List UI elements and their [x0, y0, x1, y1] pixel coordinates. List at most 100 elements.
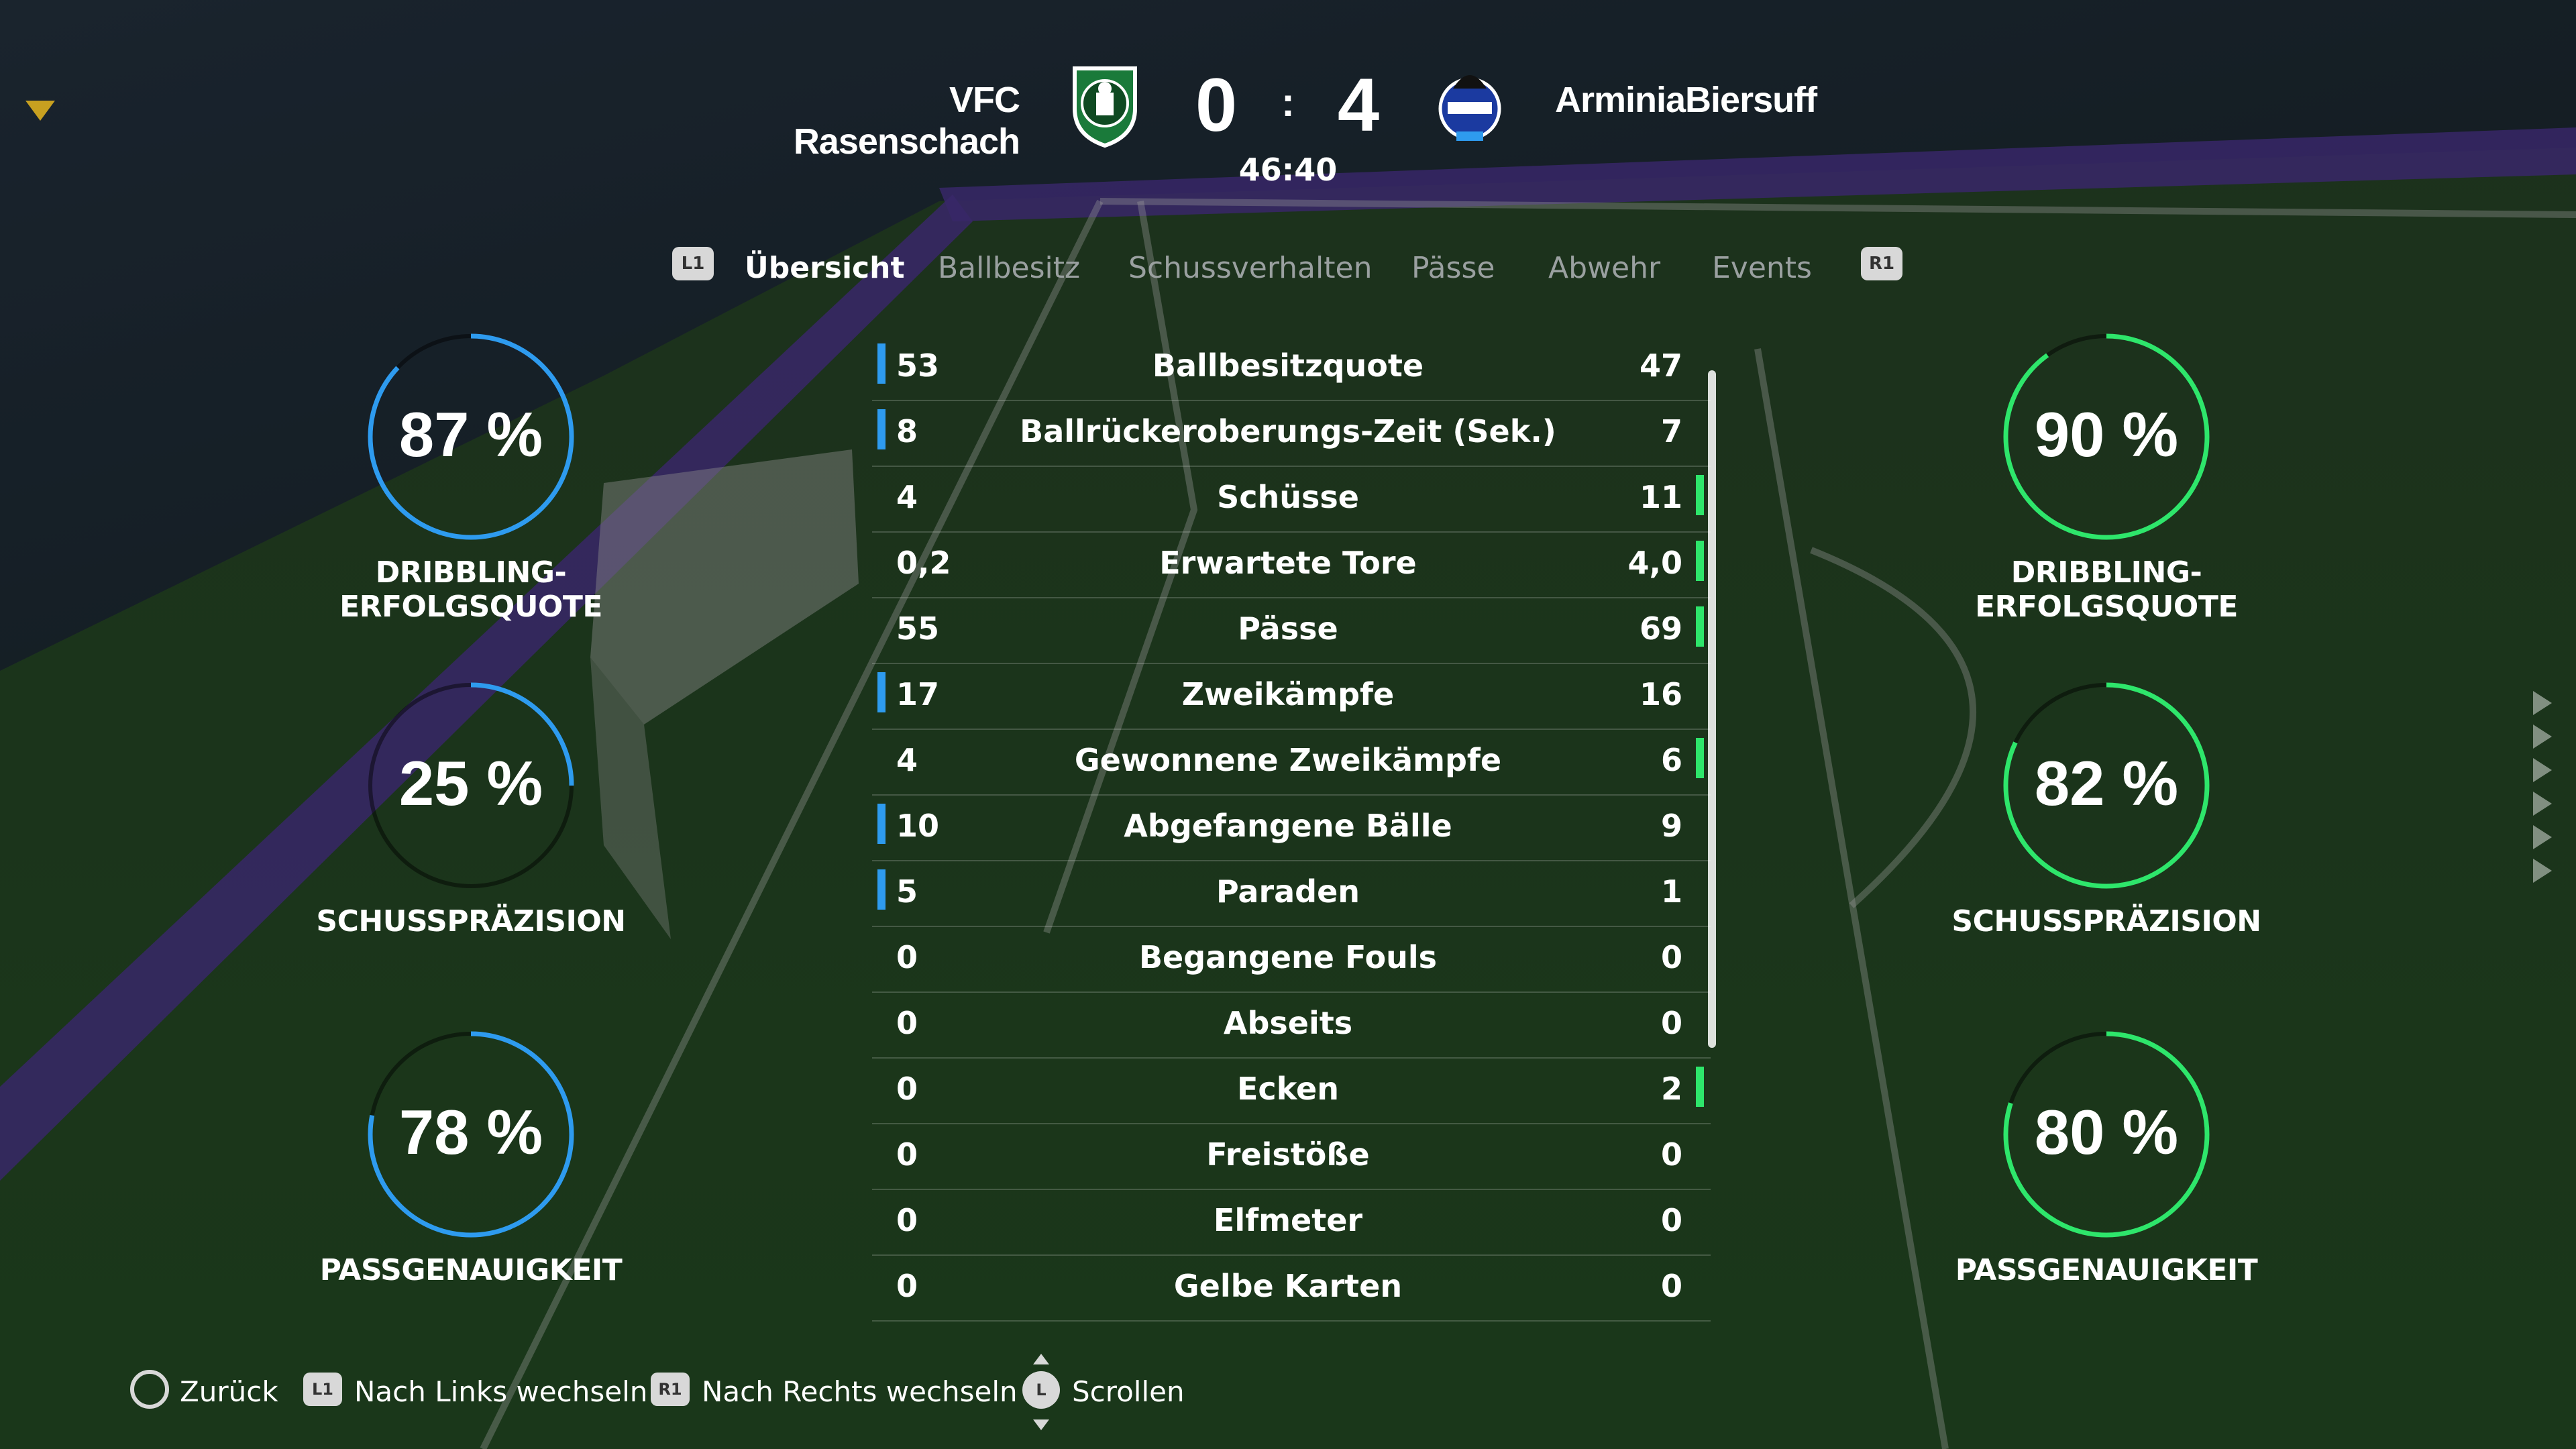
gauge-label: PASSGENAUIGKEIT [319, 1253, 623, 1287]
stats-tab-bar: L1 Übersicht Ballbesitz Schussverhalten … [0, 246, 2576, 294]
home-stat-value: 17 [896, 676, 940, 712]
arrow-right-icon [2533, 792, 2552, 816]
away-stat-value: 0 [1660, 1268, 1682, 1304]
home-stat-value: 0 [896, 1071, 918, 1107]
gauge-value: 78 % [398, 1097, 543, 1167]
away-stat-value: 2 [1660, 1071, 1682, 1107]
home-gauge-1: 87 % DRIBBLING-ERFOLGSQUOTE [263, 333, 679, 655]
home-stat-value: 0 [896, 1136, 918, 1173]
home-stat-value: 4 [896, 742, 918, 778]
arrow-right-icon [2533, 691, 2552, 715]
tab-abwehr[interactable]: Abwehr [1548, 251, 1660, 285]
stat-name: Abseits [1223, 1005, 1353, 1041]
stick-up-arrow-icon [1033, 1354, 1049, 1364]
stat-row: 0 Begangene Fouls 0 [872, 927, 1711, 993]
stat-row: 4 Schüsse 11 [872, 467, 1711, 533]
l1-button-icon[interactable]: L1 [672, 247, 714, 280]
away-stat-value: 4,0 [1627, 545, 1683, 581]
arrow-right-icon [2533, 859, 2552, 883]
home-leader-bar [877, 804, 885, 844]
stat-row: 53 Ballbesitzquote 47 [872, 335, 1711, 401]
arrow-right-icon [2533, 724, 2552, 749]
gauge-label: SCHUSSPRÄZISION [1951, 904, 2261, 938]
away-stat-value: 6 [1660, 742, 1682, 778]
tab-uebersicht[interactable]: Übersicht [745, 251, 904, 285]
r1-button-icon[interactable]: R1 [1861, 247, 1902, 280]
home-stat-value: 55 [896, 610, 940, 647]
home-stat-value: 10 [896, 808, 940, 844]
away-leader-bar [1696, 606, 1704, 647]
stat-row: 4 Gewonnene Zweikämpfe 6 [872, 730, 1711, 796]
away-stat-value: 69 [1639, 610, 1682, 647]
gauge-label: SCHUSSPRÄZISION [316, 904, 626, 938]
stat-row: 0 Abseits 0 [872, 993, 1711, 1059]
gauge-value: 82 % [2034, 748, 2179, 818]
stat-row: 5 Paraden 1 [872, 861, 1711, 927]
stat-name: Paraden [1216, 873, 1360, 910]
away-leader-bar [1696, 541, 1704, 581]
stat-name: Gewonnene Zweikämpfe [1074, 742, 1502, 778]
tab-paesse[interactable]: Pässe [1411, 251, 1495, 285]
away-stat-value: 1 [1660, 873, 1682, 910]
away-stat-value: 16 [1639, 676, 1682, 712]
gauge-value: 90 % [2034, 399, 2179, 470]
away-team-name: ArminiaBiersuff [1555, 80, 1817, 120]
stat-row: 0 Gelbe Karten 0 [872, 1256, 1711, 1322]
away-leader-bar [1696, 1067, 1704, 1107]
rasenschach-crest-icon [1068, 62, 1142, 149]
home-stat-value: 0,2 [896, 545, 951, 581]
side-arrow-indicators [2533, 691, 2560, 906]
switch-right-hint[interactable]: Nach Rechts wechseln [702, 1375, 1018, 1408]
away-stat-value: 0 [1660, 939, 1682, 975]
back-hint[interactable]: Zurück [180, 1375, 278, 1408]
tab-events[interactable]: Events [1712, 251, 1812, 285]
home-stat-value: 5 [896, 873, 918, 910]
stat-name: Gelbe Karten [1173, 1268, 1403, 1304]
stat-name: Erwartete Tore [1159, 545, 1417, 581]
home-leader-bar [877, 343, 885, 384]
away-leader-bar [1696, 738, 1704, 778]
stats-table: 53 Ballbesitzquote 47 8 Ballrückeroberungs-Z… [872, 335, 1711, 1322]
circle-button-icon[interactable] [130, 1370, 169, 1409]
switch-left-hint[interactable]: Nach Links wechseln [354, 1375, 647, 1408]
away-stat-value: 11 [1639, 479, 1682, 515]
home-score: 0 [1195, 63, 1238, 147]
home-leader-bar [877, 869, 885, 910]
home-gauge-3: 78 % PASSGENAUIGKEIT [263, 1030, 679, 1352]
away-leader-bar [1696, 475, 1704, 515]
home-gauge-2: 25 % SCHUSSPRÄZISION [263, 682, 679, 1004]
stick-down-arrow-icon [1033, 1419, 1049, 1430]
home-leader-bar [877, 672, 885, 712]
gauge-value: 87 % [398, 399, 543, 470]
stats-scrollbar[interactable] [1708, 370, 1716, 1048]
r1-button-icon[interactable]: R1 [651, 1373, 690, 1406]
arrow-right-icon [2533, 825, 2552, 849]
stat-row: 10 Abgefangene Bälle 9 [872, 796, 1711, 861]
home-stat-value: 4 [896, 479, 918, 515]
away-stat-value: 0 [1660, 1136, 1682, 1173]
stat-name: Ballbesitzquote [1152, 347, 1424, 384]
away-stat-value: 47 [1639, 347, 1682, 384]
home-stat-value: 0 [896, 1005, 918, 1041]
stat-row: 55 Pässe 69 [872, 598, 1711, 664]
away-gauge-2: 82 % SCHUSSPRÄZISION [1898, 682, 2314, 1004]
arrow-right-icon [2533, 758, 2552, 782]
gauge-value: 25 % [398, 748, 543, 818]
away-score: 4 [1337, 63, 1380, 147]
stat-row: 0 Elfmeter 0 [872, 1190, 1711, 1256]
score-separator: : [1281, 80, 1295, 125]
away-gauge-3: 80 % PASSGENAUIGKEIT [1898, 1030, 2314, 1352]
home-stat-value: 0 [896, 1268, 918, 1304]
away-stat-value: 9 [1660, 808, 1682, 844]
button-hints-bar: Zurück L1 Nach Links wechseln R1 Nach Re… [0, 1354, 2576, 1430]
l1-button-icon[interactable]: L1 [303, 1373, 342, 1406]
scroll-hint[interactable]: Scrollen [1072, 1375, 1185, 1408]
match-clock: 46:40 [1238, 152, 1338, 188]
left-stick-icon[interactable]: L [1022, 1371, 1060, 1409]
tab-schussverhalten[interactable]: Schussverhalten [1128, 251, 1372, 285]
stat-name: Abgefangene Bälle [1124, 808, 1452, 844]
tab-ballbesitz[interactable]: Ballbesitz [938, 251, 1080, 285]
gauge-label: DRIBBLING-ERFOLGSQUOTE [339, 555, 602, 624]
stat-row: 0,2 Erwartete Tore 4,0 [872, 533, 1711, 598]
home-stat-value: 0 [896, 939, 918, 975]
